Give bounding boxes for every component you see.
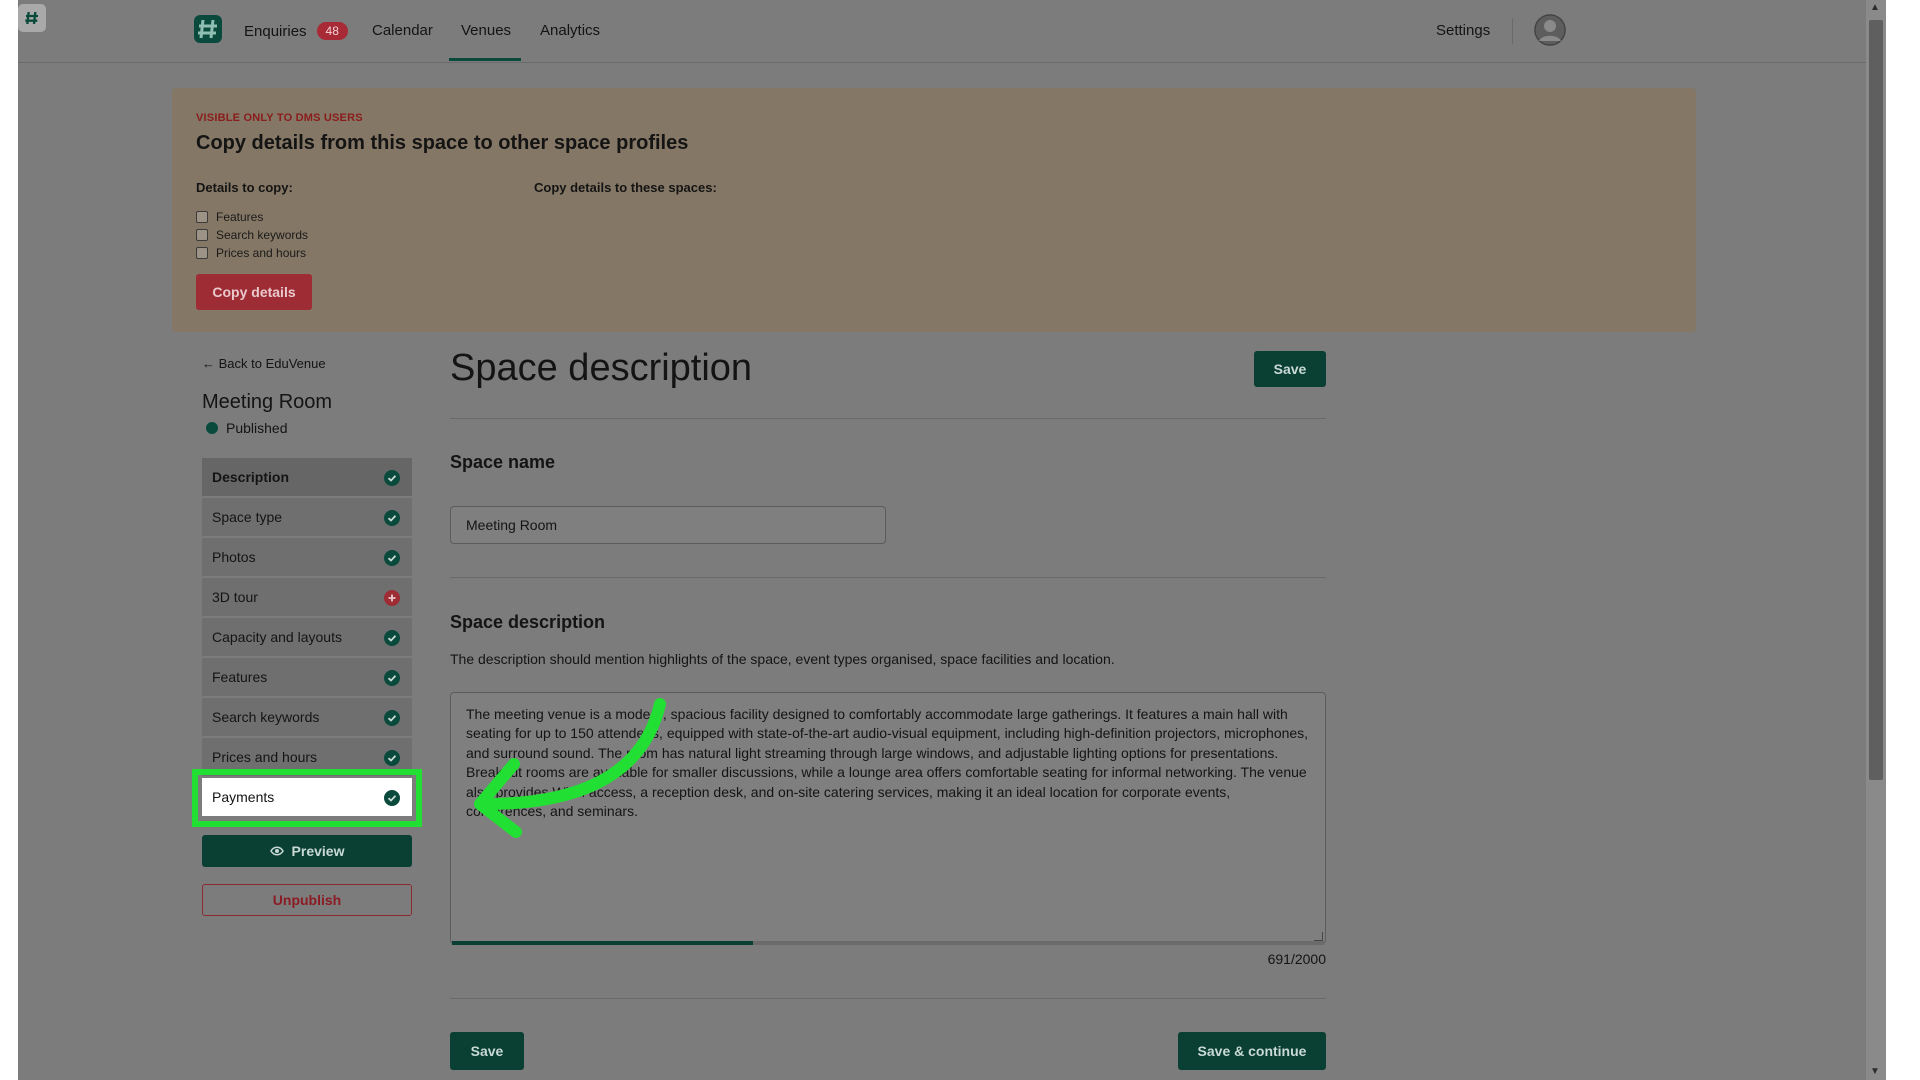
nav-analytics[interactable]: Analytics	[540, 22, 600, 39]
copy-option-label: Search keywords	[216, 228, 309, 242]
hashtag-logo-icon[interactable]	[18, 4, 46, 32]
nav-venues[interactable]: Venues	[461, 22, 511, 39]
check-circle-icon	[384, 510, 400, 526]
sidebar-item-label: Description	[212, 469, 290, 485]
resize-handle-icon[interactable]	[1314, 932, 1323, 941]
nav-enquiries[interactable]: Enquiries 48	[244, 22, 348, 40]
top-navigation: Enquiries 48 Calendar Venues Analytics Se…	[18, 0, 1866, 63]
page-title: Space description	[450, 347, 753, 389]
publish-status: Published	[206, 420, 288, 436]
nav-divider	[1512, 18, 1513, 44]
scroll-down-icon[interactable]: ▼	[1870, 1066, 1880, 1077]
arrow-left-icon: ←	[202, 356, 215, 371]
copy-option-search-keywords[interactable]: Search keywords	[196, 228, 308, 242]
check-circle-icon	[384, 710, 400, 726]
eye-icon	[269, 843, 284, 859]
copy-option-label: Features	[216, 210, 264, 224]
scroll-up-icon[interactable]: ▲	[1870, 2, 1880, 13]
sidebar-item-label: Photos	[212, 549, 256, 565]
check-circle-icon	[384, 470, 400, 486]
nav-calendar[interactable]: Calendar	[372, 22, 433, 39]
sidebar-item-3d-tour[interactable]: 3D tour	[202, 578, 412, 616]
back-link-label: Back to EduVenue	[218, 356, 326, 371]
char-count-progress-fill	[452, 941, 754, 945]
sidebar-item-space-type[interactable]: Space type	[202, 498, 412, 536]
copy-option-label: Prices and hours	[216, 246, 307, 260]
sidebar-item-description[interactable]: Description	[202, 458, 412, 496]
details-to-copy-label: Details to copy:	[196, 180, 293, 195]
enquiries-count-badge: 48	[316, 22, 348, 40]
save-continue-button[interactable]: Save & continue	[1178, 1032, 1326, 1070]
sidebar-item-label: 3D tour	[212, 589, 258, 605]
copy-option-features[interactable]: Features	[196, 210, 263, 224]
copy-option-prices-hours[interactable]: Prices and hours	[196, 246, 306, 260]
nav-enquiries-label: Enquiries	[244, 23, 307, 40]
preview-button[interactable]: Preview	[202, 835, 412, 867]
status-dot-icon	[206, 422, 218, 434]
user-avatar-icon[interactable]	[1534, 14, 1566, 46]
sidebar-item-photos[interactable]: Photos	[202, 538, 412, 576]
status-label: Published	[226, 420, 288, 436]
copy-details-panel: VISIBLE ONLY TO DMS USERS Copy details f…	[172, 88, 1696, 332]
dms-only-kicker: VISIBLE ONLY TO DMS USERS	[196, 112, 363, 124]
check-circle-icon	[384, 750, 400, 766]
vertical-scrollbar[interactable]: ▲ ▼	[1866, 0, 1886, 1080]
sidebar-item-label: Space type	[212, 509, 283, 525]
space-name-input[interactable]: Meeting Room	[450, 506, 886, 544]
room-title: Meeting Room	[202, 391, 333, 413]
checkbox[interactable]	[196, 229, 208, 241]
unpublish-button[interactable]: Unpublish	[202, 884, 412, 916]
copy-panel-title: Copy details from this space to other sp…	[196, 132, 689, 154]
nav-active-indicator	[449, 58, 521, 61]
sidebar-item-search-keywords[interactable]: Search keywords	[202, 698, 412, 736]
save-top-button[interactable]: Save	[1254, 351, 1326, 387]
char-count-progress	[452, 941, 1324, 945]
copy-targets-label: Copy details to these spaces:	[534, 180, 717, 195]
divider	[450, 998, 1326, 999]
preview-label: Preview	[291, 843, 345, 859]
scroll-thumb[interactable]	[1869, 20, 1883, 780]
check-circle-icon	[384, 670, 400, 686]
annotation-arrow-icon	[474, 698, 666, 838]
checkbox[interactable]	[196, 247, 208, 259]
sidebar-item-label: Features	[212, 669, 268, 685]
sidebar-item-features[interactable]: Features	[202, 658, 412, 696]
payments-highlight-box	[192, 769, 422, 827]
nav-settings[interactable]: Settings	[1436, 22, 1490, 39]
plus-circle-icon	[384, 590, 400, 606]
check-circle-icon	[384, 630, 400, 646]
checkbox[interactable]	[196, 211, 208, 223]
divider	[450, 418, 1326, 419]
sidebar-item-label: Prices and hours	[212, 749, 318, 765]
space-name-heading: Space name	[450, 452, 556, 472]
description-help-text: The description should mention highlight…	[450, 651, 1115, 667]
space-description-heading: Space description	[450, 612, 606, 632]
back-link[interactable]: ← Back to EduVenue	[202, 356, 326, 371]
sidebar-item-label: Capacity and layouts	[212, 629, 342, 645]
char-counter: 691/2000	[1267, 951, 1326, 967]
brand-logo-icon[interactable]	[193, 14, 223, 49]
sidebar-item-capacity-and-layouts[interactable]: Capacity and layouts	[202, 618, 412, 656]
sidebar-item-label: Search keywords	[212, 709, 320, 725]
copy-details-button[interactable]: Copy details	[196, 274, 312, 310]
save-bottom-button[interactable]: Save	[450, 1032, 524, 1070]
divider	[450, 577, 1326, 578]
app-window: Enquiries 48 Calendar Venues Analytics Se…	[18, 0, 1886, 1080]
check-circle-icon	[384, 550, 400, 566]
